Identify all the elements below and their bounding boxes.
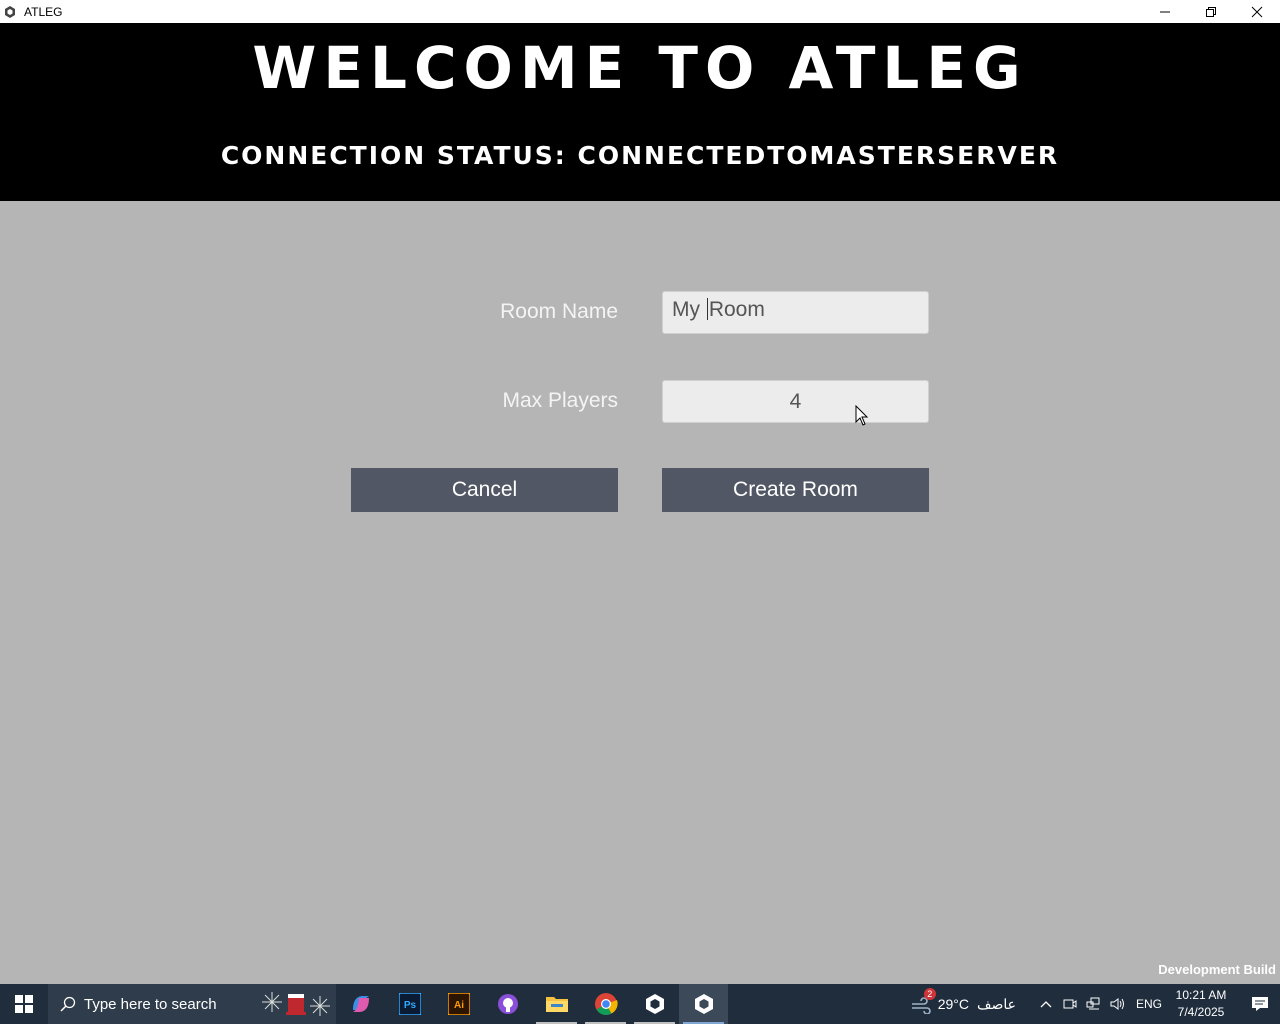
clock-time: 10:21 AM	[1175, 988, 1227, 1002]
chevron-up-icon	[1040, 1001, 1052, 1008]
wind-weather-icon: 2	[910, 988, 936, 1015]
room-name-input[interactable]: My Room	[662, 291, 929, 334]
meet-now-button[interactable]	[1058, 997, 1082, 1011]
action-center-button[interactable]	[1240, 984, 1280, 1024]
illustrator-taskbar-button[interactable]: Ai	[434, 984, 483, 1024]
system-tray: 2 29°C عاصف ENG 10:21 AM 7/4/2025	[910, 984, 1280, 1024]
network-button[interactable]	[1082, 997, 1106, 1011]
network-icon	[1086, 997, 1100, 1010]
weather-alert-badge: 2	[923, 988, 936, 1000]
camera-icon	[1063, 999, 1077, 1009]
copilot-icon	[352, 996, 369, 1012]
unity-hub-icon	[645, 994, 664, 1014]
minimize-button[interactable]	[1142, 0, 1188, 23]
room-name-text-before-caret: My	[672, 298, 706, 321]
unity-player-icon	[694, 994, 713, 1014]
window-title: ATLEG	[24, 4, 63, 19]
restore-button[interactable]	[1188, 0, 1234, 23]
mouse-cursor-icon	[855, 404, 869, 432]
speaker-icon	[1110, 998, 1124, 1010]
file-explorer-taskbar-button[interactable]	[532, 984, 581, 1024]
volume-button[interactable]	[1106, 997, 1130, 1011]
close-button[interactable]	[1234, 0, 1280, 23]
chrome-icon	[594, 993, 618, 1015]
taskbar-search-box[interactable]: Type here to search	[48, 984, 336, 1024]
unity-player-taskbar-button[interactable]	[679, 984, 728, 1024]
search-icon	[60, 996, 76, 1012]
weather-condition-text: عاصف	[976, 995, 1016, 1012]
room-name-label: Room Name	[500, 300, 618, 323]
github-desktop-taskbar-button[interactable]	[483, 984, 532, 1024]
clock[interactable]: 10:21 AM 7/4/2025	[1174, 987, 1228, 1021]
window-controls	[1142, 0, 1280, 23]
windows-logo-icon	[15, 995, 33, 1013]
room-name-text-after-caret: Room	[708, 298, 765, 321]
fireworks-promo-icon	[262, 992, 330, 1016]
copilot-taskbar-button[interactable]	[336, 984, 385, 1024]
taskbar: Type here to search Ps Ai 2 29°C عاصف EN…	[0, 984, 1280, 1024]
text-caret	[706, 298, 708, 320]
language-indicator[interactable]: ENG	[1136, 997, 1162, 1011]
unity-icon	[4, 5, 16, 18]
minimize-icon	[1160, 11, 1170, 12]
cancel-button[interactable]: Cancel	[351, 468, 618, 512]
temperature-text: 29°C	[937, 996, 969, 1012]
svg-text:Ps: Ps	[403, 1000, 416, 1011]
photoshop-icon: Ps	[398, 993, 421, 1015]
unity-hub-taskbar-button[interactable]	[630, 984, 679, 1024]
create-room-button[interactable]: Create Room	[662, 468, 929, 512]
max-players-input[interactable]: 4	[662, 380, 929, 423]
chrome-taskbar-button[interactable]	[581, 984, 630, 1024]
restore-icon	[1206, 6, 1216, 17]
window-titlebar: ATLEG	[0, 0, 1280, 23]
photoshop-taskbar-button[interactable]: Ps	[385, 984, 434, 1024]
search-placeholder: Type here to search	[84, 995, 217, 1013]
start-button[interactable]	[0, 984, 48, 1024]
weather-widget[interactable]: 2 29°C عاصف	[910, 988, 1016, 1015]
connection-status: CONNECTION STATUS: CONNECTEDTOMASTERSERV…	[220, 141, 1060, 170]
illustrator-icon: Ai	[447, 993, 470, 1015]
show-hidden-icons-button[interactable]	[1034, 1000, 1058, 1008]
welcome-title: WELCOME TO ATLEG	[252, 34, 1028, 102]
clock-date: 7/4/2025	[1177, 1005, 1225, 1019]
header-banner: WELCOME TO ATLEG CONNECTION STATUS: CONN…	[0, 23, 1280, 201]
notification-icon	[1252, 997, 1268, 1011]
svg-text:Ai: Ai	[454, 1000, 464, 1011]
file-explorer-icon	[545, 997, 568, 1012]
max-players-label: Max Players	[502, 389, 618, 412]
development-build-label: Development Build	[1158, 962, 1276, 977]
github-desktop-icon	[497, 994, 518, 1014]
close-icon	[1251, 6, 1263, 17]
